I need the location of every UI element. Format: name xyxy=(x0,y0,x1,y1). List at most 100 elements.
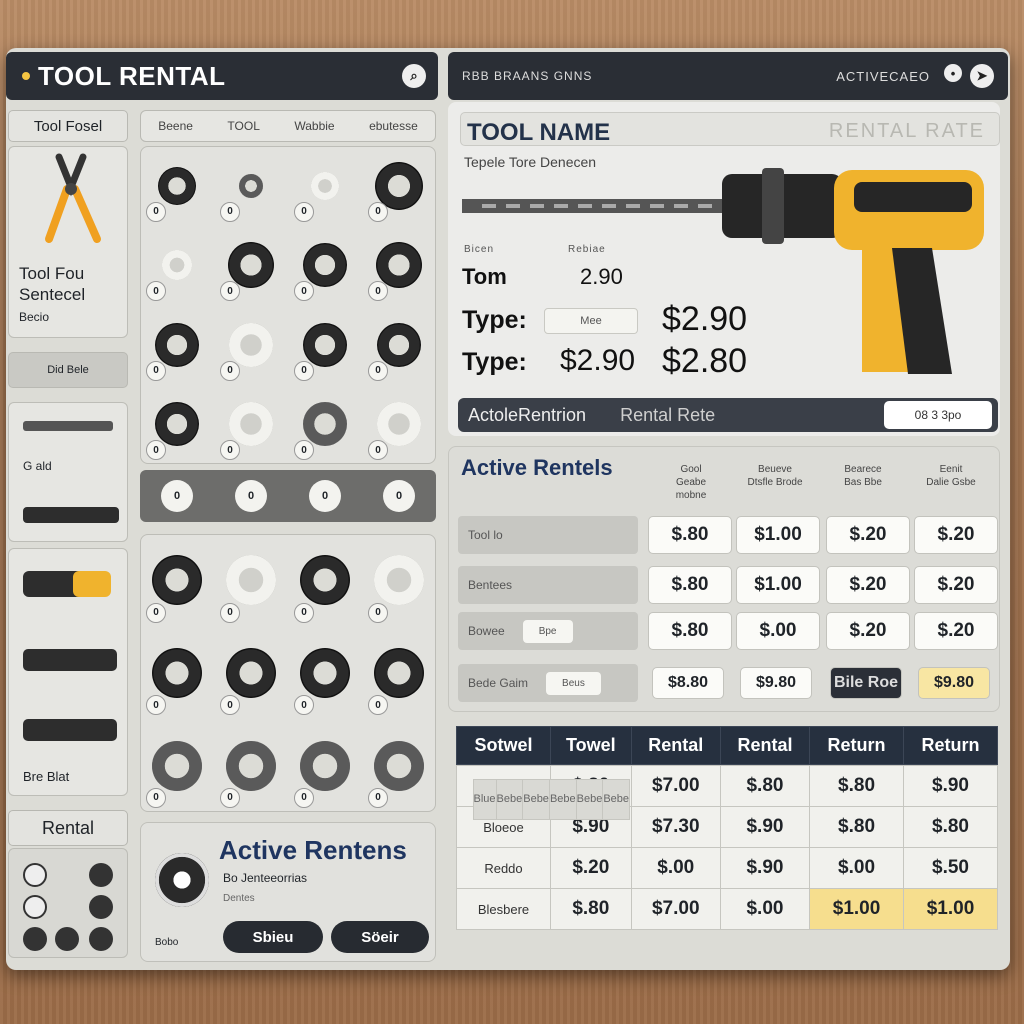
strip-part-icon[interactable]: 0 xyxy=(161,480,193,512)
price-button[interactable]: $1.00 xyxy=(736,566,820,604)
table-row-label: Reddo xyxy=(456,847,551,889)
part-cell[interactable]: 0 xyxy=(362,146,436,226)
tool-card-drills[interactable]: Bre Blat xyxy=(8,548,128,796)
table-header[interactable]: Rental xyxy=(719,726,811,765)
tab-4[interactable]: ebutesse xyxy=(369,119,418,133)
part-number: 0 xyxy=(146,695,166,716)
summary-button-1[interactable]: Sbieu xyxy=(223,921,323,953)
part-cell[interactable]: 0 xyxy=(288,305,362,385)
part-cell[interactable]: 0 xyxy=(362,385,436,465)
part-cell[interactable]: 0 xyxy=(288,385,362,465)
part-cell[interactable]: 0 xyxy=(214,719,288,812)
part-cell[interactable]: 0 xyxy=(288,534,362,627)
part-cell[interactable]: 0 xyxy=(362,226,436,306)
part-cell[interactable]: 0 xyxy=(214,305,288,385)
table-header[interactable]: Sotwel xyxy=(456,726,551,765)
table-subheader: Bebe xyxy=(602,778,631,820)
part-cell[interactable]: 0 xyxy=(288,226,362,306)
table-header[interactable]: Rental xyxy=(630,726,721,765)
part-cell[interactable]: 0 xyxy=(362,627,436,720)
price-button[interactable]: $.80 xyxy=(648,516,732,554)
category-tabs: Beene TOOL Wabbie ebutesse xyxy=(140,110,436,142)
active-row-label-text: Bowee xyxy=(468,624,505,638)
part-cell[interactable]: 0 xyxy=(288,146,362,226)
price-button[interactable]: $.80 xyxy=(648,612,732,650)
strip-part-icon[interactable]: 0 xyxy=(309,480,341,512)
action-button[interactable]: 08 3 3po xyxy=(884,401,992,429)
part-cell[interactable]: 0 xyxy=(362,534,436,627)
table-cell: $.80 xyxy=(903,806,998,848)
part-cell[interactable]: 0 xyxy=(362,305,436,385)
search-icon[interactable]: ⌕ xyxy=(402,64,426,88)
tab-2[interactable]: TOOL xyxy=(227,119,259,133)
tool-card-accessories[interactable]: G ald xyxy=(8,402,128,542)
knob-icon[interactable] xyxy=(89,863,113,887)
price-button[interactable]: $9.80 xyxy=(918,667,990,699)
washer-icon xyxy=(152,647,202,698)
tab-3[interactable]: Wabbie xyxy=(294,119,334,133)
part-cell[interactable]: 0 xyxy=(214,627,288,720)
control-pad xyxy=(8,848,128,958)
table-cell: $.00 xyxy=(719,888,811,930)
part-cell[interactable]: 0 xyxy=(214,385,288,465)
knob-icon-4[interactable] xyxy=(55,927,79,951)
active-rentals-summary: Active Rentens Bo Jenteeorrias Dentes Bo… xyxy=(140,822,436,962)
price-button[interactable]: Bile Roe xyxy=(830,667,902,699)
part-cell[interactable]: 0 xyxy=(288,719,362,812)
table-cell: $1.00 xyxy=(809,888,905,930)
info-icon[interactable]: • xyxy=(944,64,962,82)
part-cell[interactable]: 0 xyxy=(140,146,214,226)
part-cell[interactable]: 0 xyxy=(214,534,288,627)
table-header[interactable]: Return xyxy=(903,726,998,765)
part-cell[interactable]: 0 xyxy=(140,534,214,627)
tab-1[interactable]: Beene xyxy=(158,119,193,133)
tool-card-pliers[interactable]: Tool Fou Sentecel Becio xyxy=(8,146,128,338)
active-rentals-title: Active Rentels xyxy=(461,455,613,480)
table-row[interactable]: Reddo $.20 $.00 $.90 $.00 $.50 xyxy=(456,847,998,889)
price-button[interactable]: $.20 xyxy=(914,516,998,554)
part-cell[interactable]: 0 xyxy=(140,627,214,720)
part-number: 0 xyxy=(294,281,314,301)
col-2-a: Beueve xyxy=(758,464,792,475)
part-cell[interactable]: 0 xyxy=(140,305,214,385)
price-button[interactable]: $.20 xyxy=(826,516,910,554)
active-row-chip[interactable]: Beus xyxy=(546,671,601,695)
part-cell[interactable]: 0 xyxy=(140,226,214,306)
knob-icon-2[interactable] xyxy=(89,895,113,919)
strip-part-icon[interactable]: 0 xyxy=(235,480,267,512)
part-cell[interactable]: 0 xyxy=(214,226,288,306)
washer-icon xyxy=(303,322,347,367)
pliers-icon xyxy=(45,153,101,243)
toggle-icon[interactable] xyxy=(23,863,47,887)
strip-part-icon[interactable]: 0 xyxy=(383,480,415,512)
price-button[interactable]: $.00 xyxy=(736,612,820,650)
price-button[interactable]: $8.80 xyxy=(652,667,724,699)
navigate-icon[interactable]: ➤ xyxy=(970,64,994,88)
price-button[interactable]: $.20 xyxy=(914,566,998,604)
active-row-label: Bentees xyxy=(458,566,638,604)
part-cell[interactable]: 0 xyxy=(140,385,214,465)
table-header[interactable]: Towel xyxy=(549,726,632,765)
part-number: 0 xyxy=(368,360,388,381)
part-number: 0 xyxy=(220,787,240,808)
detail-heading: TOOL NAME RENTAL RATE xyxy=(460,112,1000,146)
part-cell[interactable]: 0 xyxy=(214,146,288,226)
price-button[interactable]: $.20 xyxy=(826,566,910,604)
table-row[interactable]: Blesbere $.80 $7.00 $.00 $1.00 $1.00 xyxy=(456,888,998,930)
knob-icon-3[interactable] xyxy=(23,927,47,951)
table-cell: $.20 xyxy=(549,847,632,889)
active-row-chip[interactable]: Bpe xyxy=(522,619,573,643)
toggle-icon-2[interactable] xyxy=(23,895,47,919)
table-header[interactable]: Return xyxy=(809,726,905,765)
knob-icon-5[interactable] xyxy=(89,927,113,951)
part-cell[interactable]: 0 xyxy=(288,627,362,720)
part-cell[interactable]: 0 xyxy=(362,719,436,812)
price-button[interactable]: $9.80 xyxy=(740,667,812,699)
rental-dial-icon xyxy=(155,853,209,907)
price-button[interactable]: $.20 xyxy=(826,612,910,650)
summary-button-2[interactable]: Söeir xyxy=(331,921,429,953)
price-button[interactable]: $.20 xyxy=(914,612,998,650)
price-button[interactable]: $1.00 xyxy=(736,516,820,554)
part-cell[interactable]: 0 xyxy=(140,719,214,812)
price-button[interactable]: $.80 xyxy=(648,566,732,604)
